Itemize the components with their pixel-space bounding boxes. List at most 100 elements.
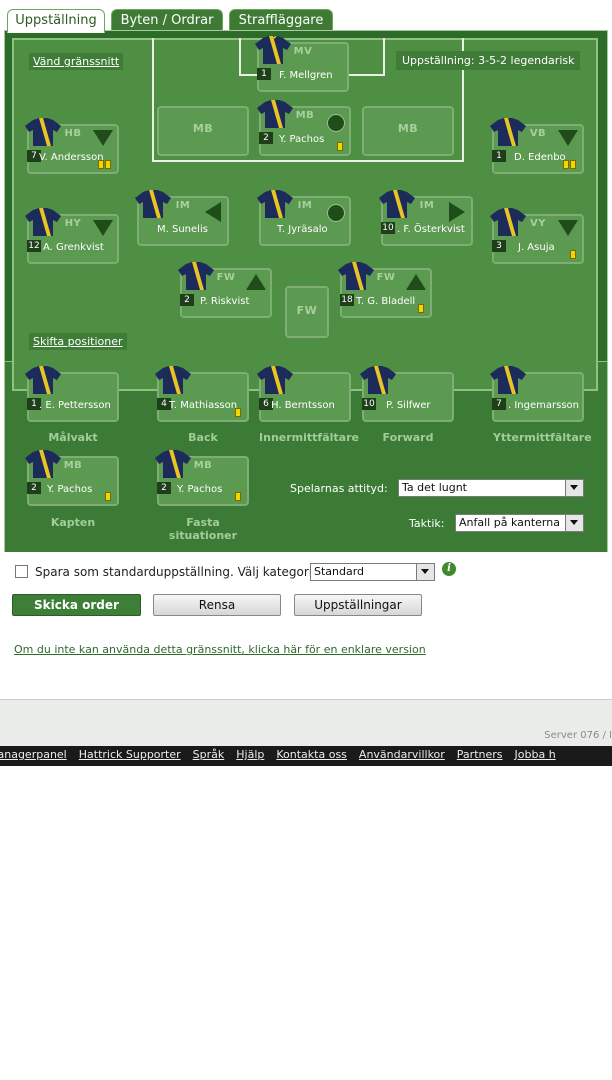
save-default-checkbox[interactable] [15,565,28,578]
shirt-icon [178,262,214,290]
save-default-label: Spara som standarduppställning. Välj kat… [35,565,316,579]
slot-right-back[interactable]: HB 7 V. Andersson [25,118,119,174]
player-name: A. Grenkvist [43,242,104,253]
sub-keeper[interactable]: 1 . E. Pettersson [25,366,119,422]
slot-inner-mid-right[interactable]: IM M. Sunelis [135,190,229,246]
shirt-icon [255,36,291,64]
footer-link[interactable]: Jobba h [515,746,556,764]
shirt-icon [25,208,61,236]
category-value: Standard [314,565,365,578]
shirt-number: 1 [492,150,506,162]
slot-empty-cb-right[interactable]: MB [362,106,454,156]
position-label: MB [192,122,214,135]
player-name: F. Mellgren [279,70,333,81]
chevron-down-icon[interactable] [565,480,583,496]
server-info: Server 076 / I [544,730,612,741]
chevron-down-icon[interactable] [565,515,583,531]
slot-inner-mid-center[interactable]: IM T. Jyräsalo [257,190,351,246]
tab-subs-orders[interactable]: Byten / Ordrar [111,9,223,31]
footer-link[interactable]: Användarvillkor [359,746,445,764]
footer-link[interactable]: Managerpanel [0,746,67,764]
clear-button[interactable]: Rensa [153,594,281,616]
footer-link[interactable]: Språk [193,746,225,764]
slot-forward-left[interactable]: FW 18 T. G. Bladell [338,262,432,318]
footer-link[interactable]: Hattrick Supporter [79,746,181,764]
slot-left-winger[interactable]: VY 3 J. Asuja [490,208,584,264]
flip-interface-link[interactable]: Vänd gränssnitt [29,53,124,70]
player-name: P. Silfwer [386,400,431,411]
lineup-field: Vänd gränssnitt Uppställning: 3-5-2 lege… [4,30,608,552]
slot-central-back[interactable]: MB 2 Y. Pachos [257,100,351,156]
shirt-icon [360,366,396,394]
offensive-order-down-icon[interactable] [558,220,578,236]
player-name: . Ingemarsson [508,400,580,411]
tab-lineup[interactable]: Uppställning [7,9,105,33]
player-name: Y. Pachos [47,484,93,495]
slot-right-winger[interactable]: HY 12 A. Grenkvist [25,208,119,264]
player-name: J. Asuja [518,242,555,253]
order-right-icon[interactable] [449,202,465,222]
yellow-card-icon [563,160,569,169]
sub-winger-label: Yttermittfältare [493,431,592,444]
shirt-icon [338,262,374,290]
tactic-select[interactable]: Anfall på kanterna [455,514,584,532]
player-name: M. Sunelis [157,224,208,235]
order-up-icon[interactable] [246,274,266,290]
footer-link[interactable]: Hjälp [236,746,264,764]
player-name: P. Riskvist [200,296,250,307]
sub-back-label: Back [188,431,218,444]
shirt-number: 12 [27,240,41,252]
yellow-card-icon [105,492,111,501]
category-select[interactable]: Standard [310,563,435,581]
normal-order-icon[interactable] [327,204,345,222]
yellow-card-icon [98,160,104,169]
slot-keeper[interactable]: MV 1 F. Mellgren [255,36,349,92]
slot-inner-mid-left[interactable]: IM 10 . F. Österkvist [379,190,473,246]
attitude-select[interactable]: Ta det lugnt [398,479,584,497]
slot-empty-cb-left[interactable]: MB [157,106,249,156]
shirt-number: 2 [27,482,41,494]
simple-version-link[interactable]: Om du inte kan använda detta gränssnitt,… [14,643,426,656]
offensive-order-down-icon[interactable] [93,220,113,236]
tactic-label: Taktik: [409,517,445,530]
info-icon[interactable]: i [442,562,456,576]
shirt-number: 2 [259,132,273,144]
normal-order-icon[interactable] [327,114,345,132]
order-up-icon[interactable] [406,274,426,290]
setpieces-slot[interactable]: MB 2 Y. Pachos [155,450,249,506]
yellow-card-icon [235,408,241,417]
lineups-button[interactable]: Uppställningar [294,594,422,616]
tactic-value: Anfall på kanterna [459,516,560,529]
player-name: T. G. Bladell [356,296,416,307]
order-left-icon[interactable] [205,202,221,222]
shirt-number: 10 [362,398,376,410]
shirt-number: 1 [257,68,271,80]
slot-left-back[interactable]: VB 1 D. Edenbo [490,118,584,174]
offensive-order-down-icon[interactable] [93,130,113,146]
shift-positions-label: Skifta positioner [33,335,123,348]
shirt-number: 2 [157,482,171,494]
chevron-down-icon[interactable] [416,564,434,580]
offensive-order-down-icon[interactable] [558,130,578,146]
yellow-card-icon [570,250,576,259]
captain-slot[interactable]: MB 2 Y. Pachos [25,450,119,506]
attitude-label: Spelarnas attityd: [290,482,388,495]
player-name: . F. Österkvist [397,224,465,235]
player-name: H. Berntsson [271,400,335,411]
shift-positions-link[interactable]: Skifta positioner [29,333,127,350]
player-name: T. Mathiasson [169,400,238,411]
footer-link[interactable]: Partners [457,746,503,764]
slot-empty-forward[interactable]: FW [285,286,329,338]
yellow-card-icon [337,142,343,151]
sub-back[interactable]: 4 T. Mathiasson [155,366,249,422]
shirt-number: 7 [492,398,506,410]
sub-winger[interactable]: 7 . Ingemarsson [490,366,584,422]
footer-link[interactable]: Kontakta oss [276,746,347,764]
shirt-number: 10 [381,222,395,234]
sub-forward[interactable]: 10 P. Silfwer [360,366,454,422]
sub-inner-mid[interactable]: 6 H. Berntsson [257,366,351,422]
send-order-button[interactable]: Skicka order [12,594,141,616]
slot-forward-right[interactable]: FW 2 P. Riskvist [178,262,272,318]
tab-penalty-takers[interactable]: Straffläggare [229,9,333,31]
player-name: Y. Pachos [279,134,325,145]
